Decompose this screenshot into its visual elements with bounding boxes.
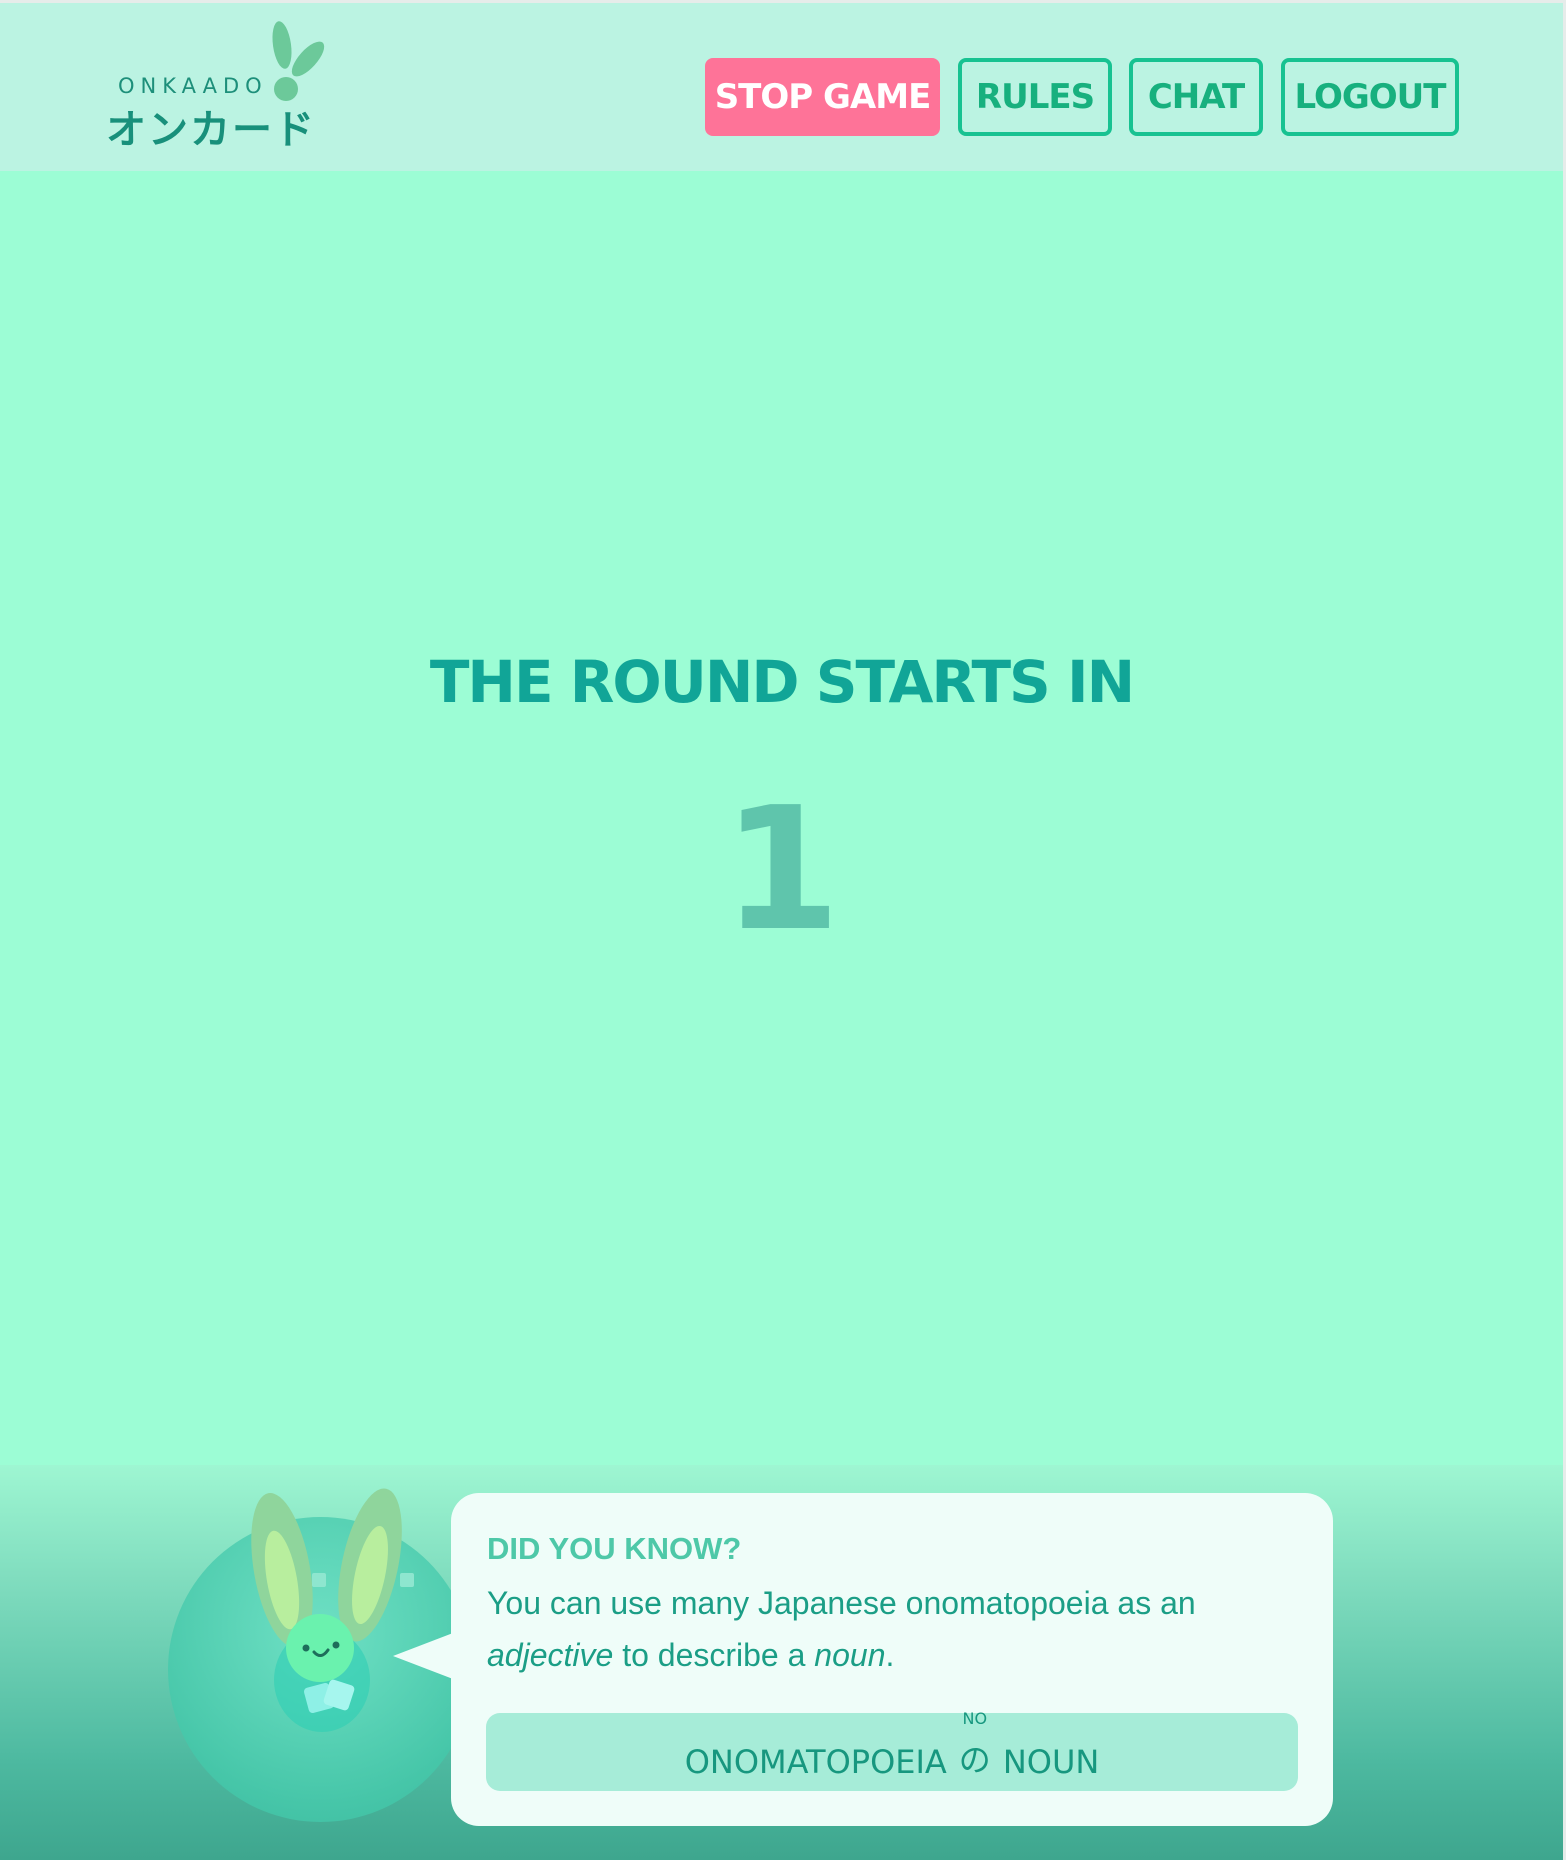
tip-text-part: to describe a — [613, 1637, 815, 1673]
tip-text-part: . — [885, 1637, 895, 1673]
did-you-know-bubble: DID YOU KNOW? You can use many Japanese … — [451, 1493, 1333, 1826]
stop-game-button[interactable]: STOP GAME — [705, 58, 940, 136]
tip-text-emphasis: adjective — [487, 1637, 614, 1673]
grammar-pattern-box: ONOMATOPOEIA NO の NOUN — [486, 1709, 1298, 1791]
logout-button[interactable]: LOGOUT — [1281, 58, 1459, 136]
onkaado-logo[interactable]: ONKAADO オンカード — [100, 19, 340, 153]
chat-button[interactable]: CHAT — [1129, 58, 1263, 136]
particle-reading: NO — [962, 1709, 988, 1728]
pattern-onomatopoeia: ONOMATOPOEIA — [684, 1743, 947, 1781]
countdown-title: THE ROUND STARTS IN — [429, 648, 1135, 716]
rules-button[interactable]: RULES — [958, 58, 1112, 136]
countdown-number: 1 — [722, 771, 841, 969]
logo-wordmark-jp: オンカード — [106, 107, 316, 153]
bunny-ears-icon — [272, 21, 325, 101]
tip-text-part: You can use many Japanese onomatopoeia a… — [487, 1585, 1196, 1621]
pattern-noun: NOUN — [1002, 1743, 1100, 1781]
particle-kana: の — [958, 1741, 991, 1779]
speech-bubble-tail — [393, 1633, 453, 1679]
logo-wordmark-en: ONKAADO — [118, 74, 268, 98]
tip-heading: DID YOU KNOW? — [487, 1531, 742, 1566]
top-bar: ONKAADO オンカード STOP GAME RULES CHAT LOGOU… — [0, 3, 1563, 171]
pattern-particle: NO の — [958, 1709, 991, 1781]
tip-text-emphasis: noun — [814, 1637, 886, 1673]
tip-text: You can use many Japanese onomatopoeia a… — [487, 1577, 1297, 1681]
bunny-mascot-icon — [251, 1488, 414, 1732]
